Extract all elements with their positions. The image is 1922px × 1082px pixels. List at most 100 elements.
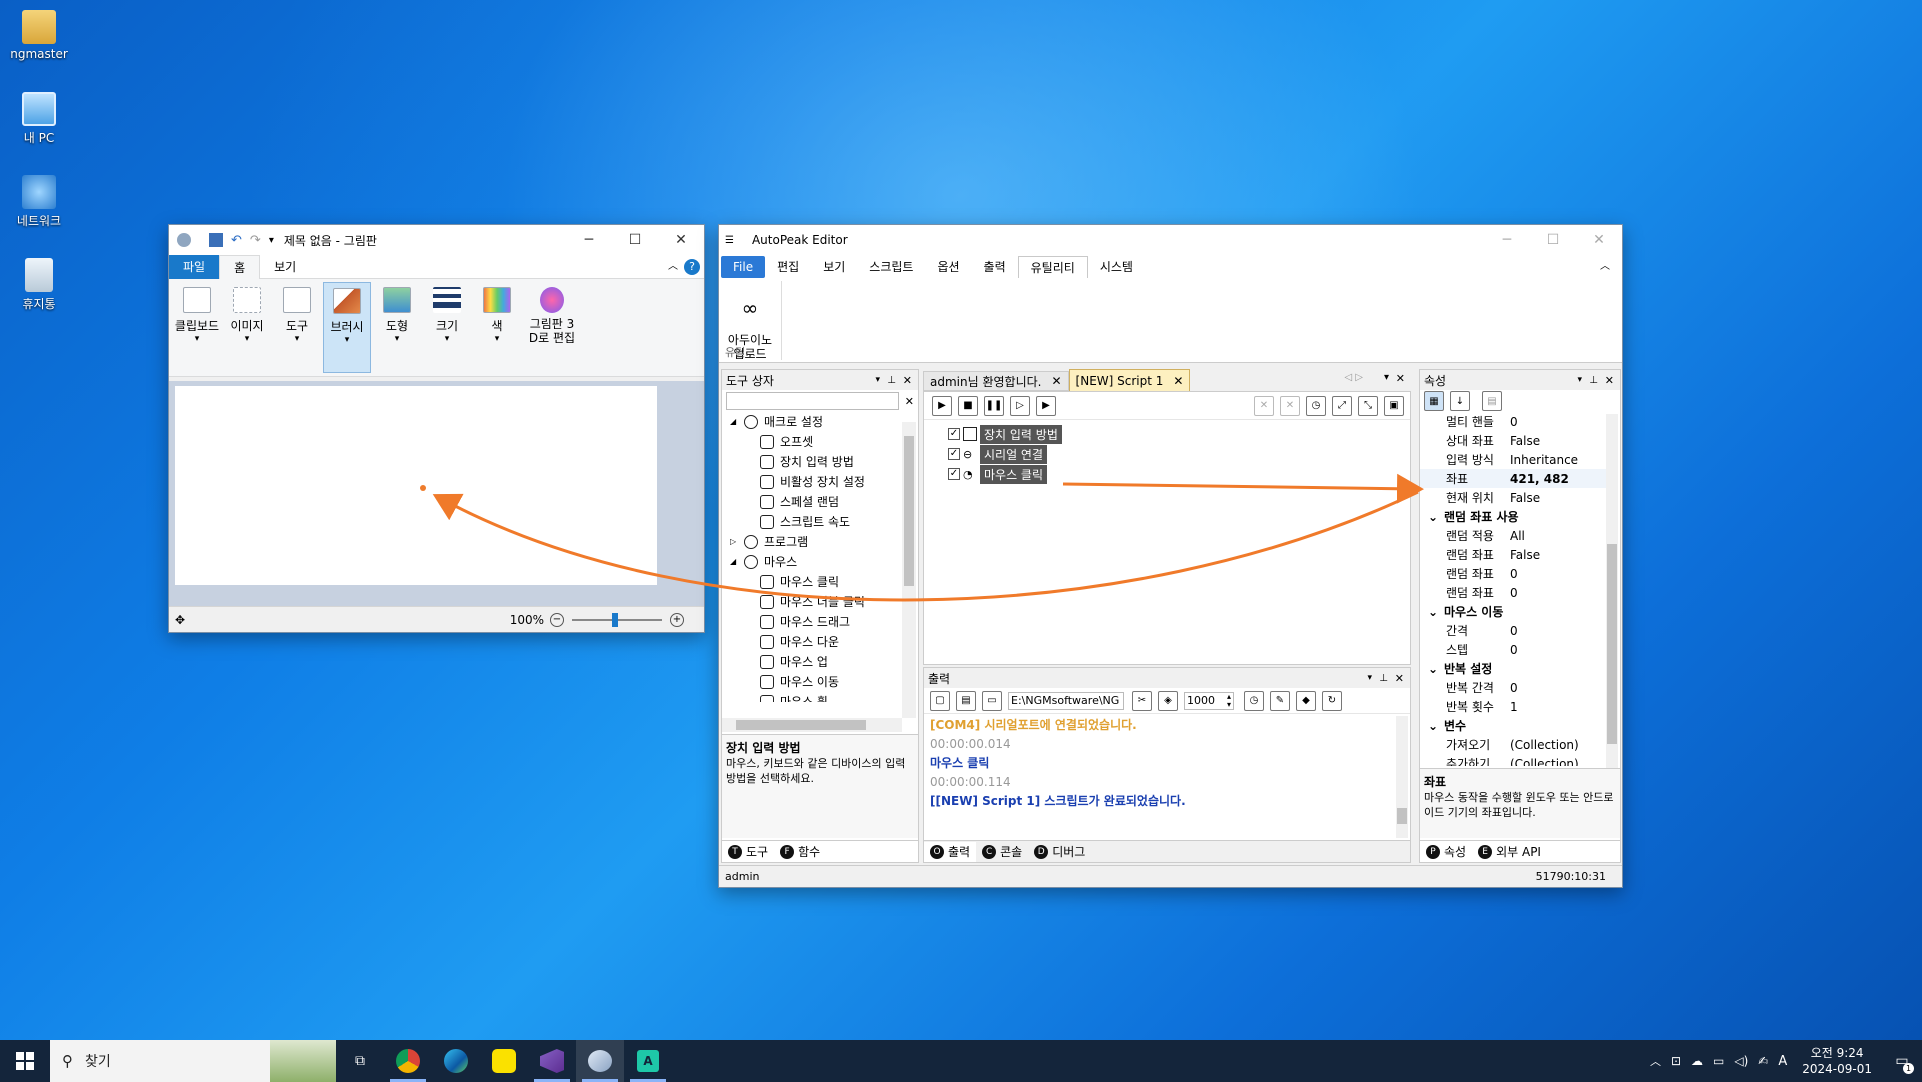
tree-item[interactable]: 스크립트 속도 xyxy=(726,512,918,532)
property-category[interactable]: ⌄ 변수 xyxy=(1420,716,1606,735)
refresh-button[interactable]: ↻ xyxy=(1322,690,1342,711)
ribbon-clipboard[interactable]: 클립보드 ▾ xyxy=(173,282,221,373)
fill-button[interactable]: ◆ xyxy=(1296,690,1316,711)
desktop-icon-pc[interactable]: 내 PC xyxy=(1,92,77,146)
zoom-in-button[interactable]: + xyxy=(670,612,684,627)
menu-utility[interactable]: 유틸리티 xyxy=(1017,256,1088,278)
property-row[interactable]: 추가하기 (Collection) xyxy=(1420,754,1606,767)
tree-item[interactable]: 마우스 이동 xyxy=(726,672,918,692)
tab-output[interactable]: O 출력 xyxy=(924,841,977,862)
property-value[interactable]: 1 xyxy=(1506,700,1518,714)
close-button[interactable]: ✕ xyxy=(658,225,704,255)
tab-script1[interactable]: [NEW] Script 1 ✕ xyxy=(1068,369,1191,391)
desktop-icon-recycle-bin[interactable]: 휴지통 xyxy=(1,258,77,312)
tab-close-icon[interactable]: ✕ xyxy=(1051,374,1061,388)
help-icon[interactable]: ? xyxy=(684,258,700,275)
pause-button[interactable]: ❚❚ xyxy=(984,395,1004,416)
maximize-button[interactable]: ☐ xyxy=(1530,225,1576,255)
tab-properties[interactable]: P 속성 xyxy=(1420,841,1473,862)
property-row[interactable]: 랜덤 적용 All xyxy=(1420,526,1606,545)
tree-item[interactable]: 마우스 휠 xyxy=(726,692,918,702)
property-row[interactable]: 스텝 0 xyxy=(1420,640,1606,659)
tab-tools[interactable]: T 도구 xyxy=(722,841,775,862)
script-line[interactable]: ✓ ⊖ 시리얼 연결 xyxy=(948,444,1410,464)
save-icon[interactable] xyxy=(209,233,223,247)
tab-home[interactable]: 홈 xyxy=(219,254,261,279)
qat-dropdown-icon[interactable]: ▾ xyxy=(269,235,274,246)
minimize-button[interactable]: ─ xyxy=(1484,225,1530,255)
property-value[interactable]: All xyxy=(1506,529,1525,543)
tree-item[interactable]: 비활성 장치 설정 xyxy=(726,472,918,492)
tab-close-icon[interactable]: ✕ xyxy=(1173,374,1183,388)
ribbon-colors[interactable]: 색 ▾ xyxy=(473,282,521,373)
collapse-ribbon-icon[interactable]: ︿ xyxy=(662,255,684,279)
toolbox-hscrollbar[interactable] xyxy=(722,718,902,732)
property-value[interactable]: 421, 482 xyxy=(1506,472,1569,486)
panel-dropdown-icon[interactable]: ▾ xyxy=(1577,375,1582,385)
property-value[interactable]: 0 xyxy=(1506,681,1518,695)
toolbox-search-input[interactable] xyxy=(726,392,899,410)
property-row[interactable]: 상대 좌표 False xyxy=(1420,431,1606,450)
taskbar-kakaotalk[interactable] xyxy=(480,1040,528,1082)
panel-close-icon[interactable]: ✕ xyxy=(1395,672,1404,685)
property-value[interactable]: (Collection) xyxy=(1506,757,1579,767)
doc-close-icon[interactable]: ✕ xyxy=(1396,372,1405,385)
clean-button[interactable]: ✂ xyxy=(1132,690,1152,711)
output-scrollbar[interactable] xyxy=(1396,716,1408,838)
tree-item[interactable]: 스페셜 랜덤 xyxy=(726,492,918,512)
property-value[interactable]: Inheritance xyxy=(1506,453,1578,467)
task-view-button[interactable]: ⧉ xyxy=(336,1040,384,1082)
tab-file[interactable]: 파일 xyxy=(169,254,220,279)
ribbon-image[interactable]: 이미지 ▾ xyxy=(223,282,271,373)
expander-icon[interactable]: ◢ xyxy=(730,552,744,572)
network-icon[interactable]: ▭ xyxy=(1708,1054,1729,1068)
tree-item[interactable]: 장치 입력 방법 xyxy=(726,452,918,472)
ribbon-shapes[interactable]: 도형 ▾ xyxy=(373,282,421,373)
panel-dropdown-icon[interactable]: ▾ xyxy=(875,375,880,385)
property-category[interactable]: ⌄ 반복 설정 xyxy=(1420,659,1606,678)
property-row[interactable]: 랜덤 좌표 0 xyxy=(1420,583,1606,602)
property-row[interactable]: 랜덤 좌표 0 xyxy=(1420,564,1606,583)
tab-scroll-left-icon[interactable]: ◁ ▷ xyxy=(1344,372,1363,383)
property-category[interactable]: ⌄ 마우스 이동 xyxy=(1420,602,1606,621)
ribbon-tools[interactable]: 도구 ▾ xyxy=(273,282,321,373)
properties-scrollbar[interactable] xyxy=(1606,414,1618,768)
clock-button[interactable]: ◷ xyxy=(1244,690,1264,711)
taskbar-paint[interactable] xyxy=(576,1040,624,1082)
maximize-button[interactable]: ☐ xyxy=(612,225,658,255)
zoom-slider[interactable] xyxy=(572,612,662,627)
ribbon-brushes[interactable]: 브러시 ▾ xyxy=(323,282,371,373)
property-value[interactable]: 0 xyxy=(1506,624,1518,638)
system-menu-icon[interactable]: ☰ xyxy=(725,235,734,246)
tab-view[interactable]: 보기 xyxy=(260,255,310,279)
property-value[interactable]: 0 xyxy=(1506,586,1518,600)
minimize-button[interactable]: ─ xyxy=(566,225,612,255)
play-button[interactable]: ▶ xyxy=(932,395,952,416)
clear-search-icon[interactable]: ✕ xyxy=(905,395,914,408)
chevron-down-icon[interactable]: ⌄ xyxy=(1428,662,1444,676)
menu-script[interactable]: 스크립트 xyxy=(857,256,925,278)
tab-welcome[interactable]: admin님 환영합니다. ✕ xyxy=(923,371,1069,391)
interval-stepper[interactable]: 1000 ▴ ▾ xyxy=(1184,691,1234,710)
open-folder-button[interactable]: ▭ xyxy=(982,690,1002,711)
close-button[interactable]: ✕ xyxy=(1576,225,1622,255)
tab-console[interactable]: C 콘솔 xyxy=(976,842,1028,862)
tray-device-icon[interactable]: ⊡ xyxy=(1666,1054,1686,1068)
chevron-down-icon[interactable]: ⌄ xyxy=(1428,510,1444,524)
property-value[interactable]: False xyxy=(1506,548,1540,562)
ribbon-size[interactable]: 크기 ▾ xyxy=(423,282,471,373)
chevron-down-icon[interactable]: ⌄ xyxy=(1428,605,1444,619)
script-line[interactable]: ✓ 장치 입력 방법 xyxy=(948,424,1410,444)
property-row[interactable]: 현재 위치 False xyxy=(1420,488,1606,507)
alphabetical-icon[interactable]: ↓ xyxy=(1450,391,1470,411)
property-row[interactable]: 멀티 핸들 0 xyxy=(1420,412,1606,431)
chevron-down-icon[interactable]: ⌄ xyxy=(1428,719,1444,733)
property-row[interactable]: 입력 방식 Inheritance xyxy=(1420,450,1606,469)
tree-item[interactable]: 마우스 다운 xyxy=(726,632,918,652)
menu-output[interactable]: 출력 xyxy=(972,256,1018,278)
eraser-button[interactable]: ◈ xyxy=(1158,690,1178,711)
tab-external-api[interactable]: E 외부 API xyxy=(1472,842,1547,862)
menu-options[interactable]: 옵션 xyxy=(925,256,971,278)
menu-edit[interactable]: 편집 xyxy=(765,256,811,278)
tree-item[interactable]: 마우스 더블 클릭 xyxy=(726,592,918,612)
